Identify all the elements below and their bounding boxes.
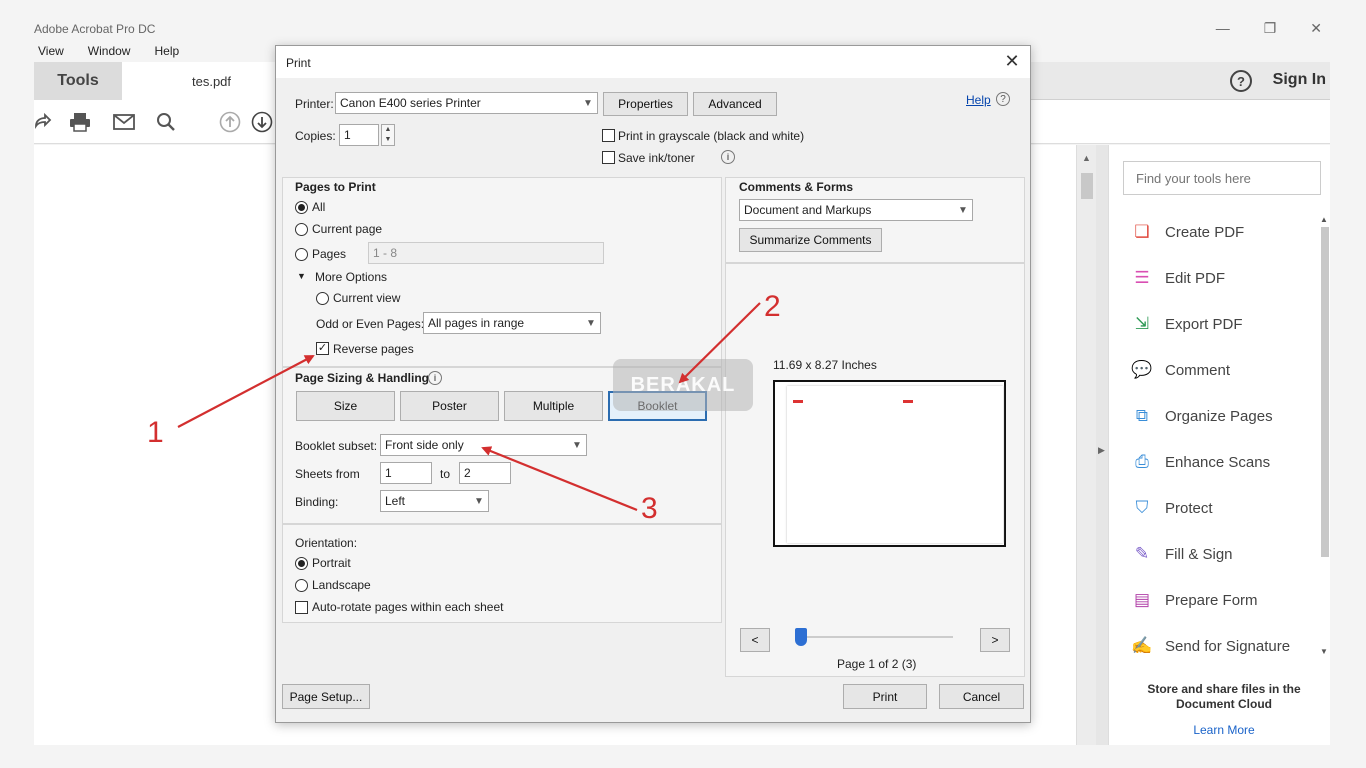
annotation-label-3: 3	[641, 492, 658, 525]
annotation-label-1: 1	[147, 416, 164, 449]
annotation-label-2: 2	[764, 290, 781, 323]
annotation-arrows	[177, 302, 761, 512]
arrow-1	[177, 355, 315, 428]
arrow-2	[678, 302, 761, 384]
arrow-3	[481, 446, 638, 512]
